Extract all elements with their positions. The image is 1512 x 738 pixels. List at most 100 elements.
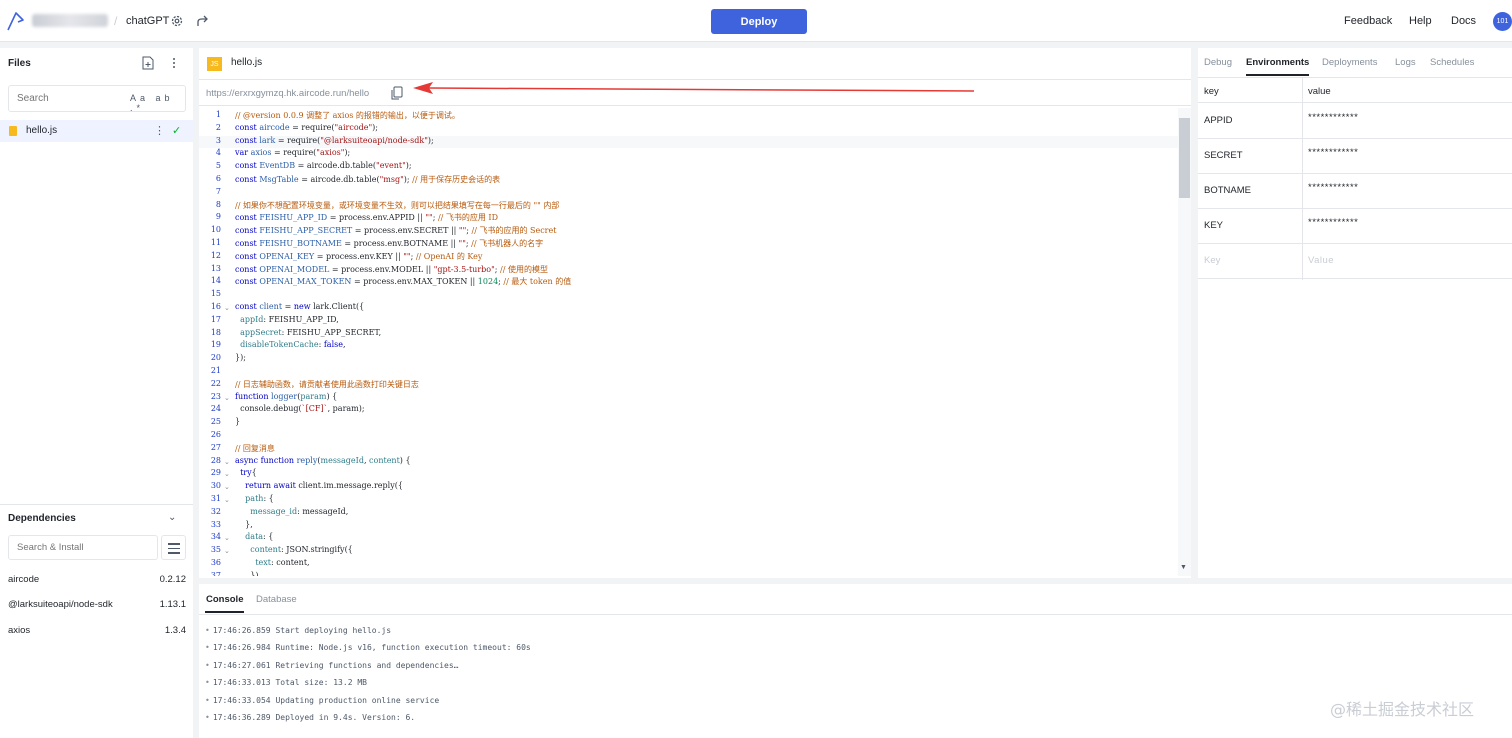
line-number: 37 xyxy=(210,570,221,576)
code-line[interactable]: 16 ⌄ const client = new lark.Client({ xyxy=(199,302,1179,315)
workspace-name-blurred[interactable] xyxy=(32,14,108,27)
code-line[interactable]: 11 const FEISHU_BOTNAME = process.env.BOT… xyxy=(199,238,1179,251)
code-text: function logger(param) { xyxy=(235,391,338,401)
code-line[interactable]: 23 ⌄ function logger(param) { xyxy=(199,392,1179,405)
fold-chevron-icon[interactable]: ⌄ xyxy=(224,304,230,312)
env-new-row[interactable]: Key Value xyxy=(1198,244,1512,279)
code-line[interactable]: 5 const EventDB = aircode.db.table("event… xyxy=(199,161,1179,174)
function-url[interactable]: https://erxrxgymzq.hk.aircode.run/hello xyxy=(206,88,369,99)
fold-chevron-icon[interactable]: ⌄ xyxy=(224,534,230,542)
tab-console[interactable]: Console xyxy=(206,594,243,605)
search-options[interactable]: Aa ab .* xyxy=(130,93,193,113)
code-line[interactable]: 13 const OPENAI_MODEL = process.env.MODEL… xyxy=(199,264,1179,277)
code-line[interactable]: 35 ⌄ content: JSON.stringify({ xyxy=(199,545,1179,558)
tab-logs[interactable]: Logs xyxy=(1395,57,1416,68)
code-line[interactable]: 32 message_id: messageId, xyxy=(199,507,1179,520)
env-value[interactable]: ************ xyxy=(1308,112,1358,123)
code-line[interactable]: 22 // 日志辅助函数，请贡献者使用此函数打印关键日志 xyxy=(199,379,1179,392)
editor-scrollbar-thumb[interactable] xyxy=(1179,118,1190,198)
code-area[interactable]: 1 // @version 0.0.9 调整了 axios 的报错的输出，以便于调… xyxy=(199,108,1179,576)
code-line[interactable]: 10 const FEISHU_APP_SECRET = process.env.… xyxy=(199,225,1179,238)
code-line[interactable]: 8 // 如果你不想配置环境变量，或环境变量不生效，则可以把结果填写在每一行最后的… xyxy=(199,200,1179,213)
code-line[interactable]: 25} xyxy=(199,417,1179,430)
file-item-hello-js[interactable]: hello.js ⋮ ✓ xyxy=(0,120,193,142)
env-row[interactable]: KEY ************ xyxy=(1198,209,1512,244)
code-line[interactable]: 24 console.debug(`[CF]`, param); xyxy=(199,404,1179,417)
code-line[interactable]: 9 const FEISHU_APP_ID = process.env.APPID… xyxy=(199,212,1179,225)
code-line[interactable]: 36 text: content, xyxy=(199,558,1179,571)
code-line[interactable]: 34 ⌄ data: { xyxy=(199,532,1179,545)
docs-link[interactable]: Docs xyxy=(1451,15,1476,27)
tab-schedules[interactable]: Schedules xyxy=(1430,57,1474,68)
code-line[interactable]: 19 disableTokenCache: false, xyxy=(199,340,1179,353)
share-icon[interactable] xyxy=(196,14,210,28)
code-line[interactable]: 30 ⌄ return await client.im.message.reply… xyxy=(199,481,1179,494)
avatar[interactable]: 101 xyxy=(1493,12,1512,31)
env-row[interactable]: SECRET ************ xyxy=(1198,139,1512,174)
editor-tab-title[interactable]: hello.js xyxy=(231,57,262,68)
line-number: 18 xyxy=(210,327,221,337)
env-row[interactable]: BOTNAME ************ xyxy=(1198,174,1512,209)
code-line[interactable]: 28 ⌄ async function reply(messageId, conte… xyxy=(199,456,1179,469)
env-key-header: key xyxy=(1204,86,1219,97)
fold-chevron-icon[interactable]: ⌄ xyxy=(224,470,230,478)
tab-environments[interactable]: Environments xyxy=(1246,57,1309,68)
project-name[interactable]: chatGPT xyxy=(126,15,169,27)
code-line[interactable]: 29 ⌄ try{ xyxy=(199,468,1179,481)
copy-icon[interactable] xyxy=(391,86,403,100)
code-line[interactable]: 6 const MsgTable = aircode.db.table("msg"… xyxy=(199,174,1179,187)
code-line[interactable]: 3 const lark = require("@larksuiteoapi/no… xyxy=(199,135,1179,149)
fold-chevron-icon[interactable]: ⌄ xyxy=(224,458,230,466)
code-line[interactable]: 17 appId: FEISHU_APP_ID, xyxy=(199,315,1179,328)
fold-chevron-icon[interactable]: ⌄ xyxy=(224,483,230,491)
scroll-down-icon[interactable]: ▼ xyxy=(1180,564,1187,571)
code-line[interactable]: 15 xyxy=(199,289,1179,302)
tab-deployments[interactable]: Deployments xyxy=(1322,57,1377,68)
more-vertical-icon[interactable] xyxy=(168,56,180,70)
dependencies-header[interactable]: Dependencies ⌄ xyxy=(0,504,193,532)
code-line[interactable]: 31 ⌄ path: { xyxy=(199,494,1179,507)
deploy-button[interactable]: Deploy xyxy=(711,9,807,34)
env-value[interactable]: ************ xyxy=(1308,182,1358,193)
chevron-down-icon[interactable]: ⌄ xyxy=(168,512,176,523)
code-line[interactable]: 4 var axios = require("axios"); xyxy=(199,148,1179,161)
code-line[interactable]: 2 const aircode = require("aircode"); xyxy=(199,123,1179,136)
code-line[interactable]: 14 const OPENAI_MAX_TOKEN = process.env.M… xyxy=(199,276,1179,289)
help-link[interactable]: Help xyxy=(1409,15,1432,27)
gear-icon[interactable] xyxy=(170,14,184,28)
tab-database[interactable]: Database xyxy=(256,594,297,605)
code-line[interactable]: 37 }), xyxy=(199,571,1179,576)
new-key-input[interactable]: Key xyxy=(1204,255,1220,266)
code-line[interactable]: 33 }, xyxy=(199,520,1179,533)
code-line[interactable]: 21 xyxy=(199,366,1179,379)
code-line[interactable]: 12 const OPENAI_KEY = process.env.KEY || … xyxy=(199,251,1179,264)
fold-chevron-icon[interactable]: ⌄ xyxy=(224,496,230,504)
env-key[interactable]: SECRET xyxy=(1204,150,1243,161)
code-line[interactable]: 26 xyxy=(199,430,1179,443)
code-line[interactable]: 7 xyxy=(199,187,1179,200)
new-file-icon[interactable] xyxy=(142,56,154,70)
env-row[interactable]: APPID ************ xyxy=(1198,104,1512,139)
env-value[interactable]: ************ xyxy=(1308,147,1358,158)
env-key[interactable]: KEY xyxy=(1204,220,1223,231)
fold-chevron-icon[interactable]: ⌄ xyxy=(224,547,230,555)
dependency-item[interactable]: axios 1.3.4 xyxy=(8,625,186,636)
dependency-item[interactable]: aircode 0.2.12 xyxy=(8,574,186,585)
code-line[interactable]: 1 // @version 0.0.9 调整了 axios 的报错的输出，以便于调… xyxy=(199,110,1179,123)
tab-debug[interactable]: Debug xyxy=(1204,57,1232,68)
new-value-input[interactable]: Value xyxy=(1308,255,1334,266)
dependency-search-input[interactable] xyxy=(8,535,158,560)
fold-chevron-icon[interactable]: ⌄ xyxy=(224,394,230,402)
code-line[interactable]: 27 // 回复消息 xyxy=(199,443,1179,456)
aircode-logo-icon[interactable] xyxy=(6,10,26,32)
code-line[interactable]: 20}); xyxy=(199,353,1179,366)
env-value[interactable]: ************ xyxy=(1308,217,1358,228)
file-more-icon[interactable]: ⋮ xyxy=(154,124,165,137)
env-key[interactable]: BOTNAME xyxy=(1204,185,1251,196)
list-menu-icon[interactable] xyxy=(161,535,186,560)
dependency-item[interactable]: @larksuiteoapi/node-sdk 1.13.1 xyxy=(8,599,186,610)
env-key[interactable]: APPID xyxy=(1204,115,1233,126)
line-number: 13 xyxy=(210,263,221,273)
code-line[interactable]: 18 appSecret: FEISHU_APP_SECRET, xyxy=(199,328,1179,341)
feedback-link[interactable]: Feedback xyxy=(1344,15,1392,27)
